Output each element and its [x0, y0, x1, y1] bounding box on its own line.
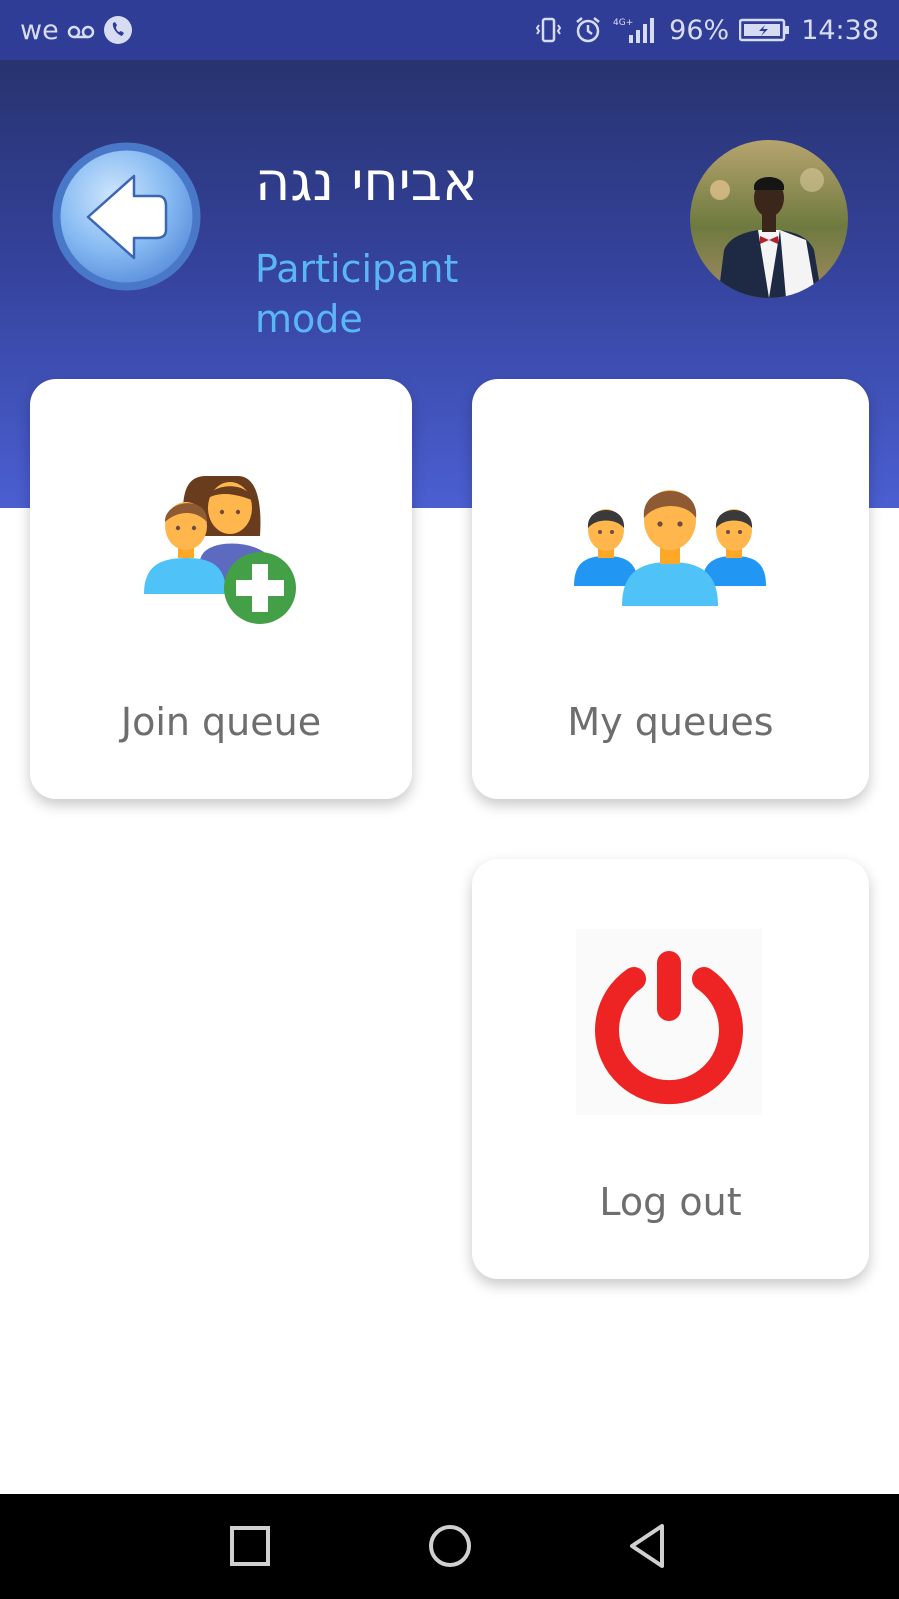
phone-call-icon [103, 15, 133, 45]
voicemail-icon [67, 20, 95, 40]
log-out-label: Log out [599, 1180, 742, 1224]
power-icon [576, 929, 762, 1119]
alarm-icon [573, 15, 603, 45]
battery-icon [739, 17, 791, 43]
home-icon [429, 1525, 471, 1567]
avatar[interactable] [690, 140, 848, 298]
log-out-card[interactable]: Log out [472, 859, 869, 1279]
clock: 14:38 [801, 14, 879, 46]
battery-percent: 96% [669, 14, 730, 46]
add-people-icon [144, 466, 298, 628]
vibrate-icon [533, 15, 563, 45]
back-nav-button[interactable] [624, 1519, 672, 1577]
group-icon [574, 482, 766, 610]
mode-label: Participant mode [255, 247, 459, 341]
network-type-label: 4G+ [613, 18, 633, 28]
home-button[interactable] [424, 1519, 476, 1577]
status-bar: we 4G+ 96% 14:38 [0, 0, 899, 60]
user-name: אביחי נגה [255, 150, 479, 213]
join-queue-card[interactable]: Join queue [30, 379, 412, 799]
signal-icon: 4G+ [613, 15, 659, 45]
back-triangle-icon [630, 1524, 664, 1568]
navigation-bar [0, 1494, 899, 1599]
status-left: we [20, 15, 133, 46]
recent-apps-icon [230, 1526, 270, 1566]
status-right: 4G+ 96% 14:38 [533, 15, 879, 46]
carrier-label: we [20, 14, 59, 46]
join-queue-label: Join queue [120, 700, 322, 744]
profile-photo-icon [690, 140, 848, 298]
my-queues-card[interactable]: My queues [472, 379, 869, 799]
recent-apps-button[interactable] [226, 1519, 274, 1577]
back-arrow-icon [52, 142, 201, 291]
my-queues-label: My queues [567, 700, 774, 744]
back-button[interactable] [50, 140, 203, 293]
